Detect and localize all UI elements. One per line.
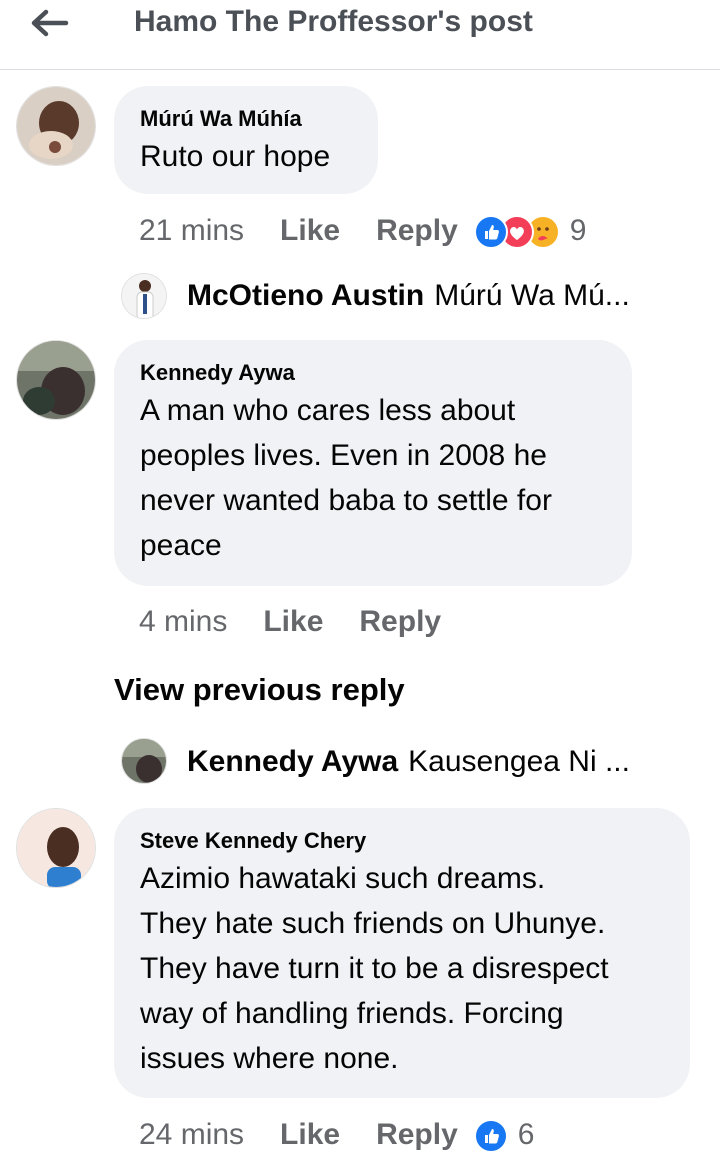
arrow-left-icon: [31, 9, 69, 37]
comment-text-line: never wanted baba to settle for: [140, 484, 552, 517]
comment-actions: 4 mins Like Reply: [139, 602, 441, 642]
reply-author[interactable]: McOtieno Austin: [187, 279, 424, 312]
like-button[interactable]: Like: [280, 214, 340, 247]
reply-snippet[interactable]: Múrú Wa Mú...: [434, 279, 630, 312]
comment-text: Ruto our hope: [140, 140, 331, 173]
reply-button[interactable]: Reply: [376, 1118, 458, 1151]
avatar[interactable]: [16, 340, 96, 420]
comment-text-line: issues where none.: [140, 1042, 399, 1075]
like-button[interactable]: Like: [263, 605, 323, 638]
comment-actions: 24 mins Like Reply 6: [139, 1115, 534, 1155]
reaction-count[interactable]: 9: [570, 214, 587, 247]
page-title: Hamo The Proffessor's post: [134, 5, 533, 38]
reaction-summary[interactable]: [473, 215, 560, 250]
comment-text-line: way of handling friends. Forcing: [140, 997, 564, 1030]
reaction-summary[interactable]: [473, 1119, 508, 1154]
reply-snippet[interactable]: Kausengea Ni ...: [408, 745, 630, 778]
avatar[interactable]: [16, 86, 96, 166]
comment-text-line: peoples lives. Even in 2008 he: [140, 439, 547, 472]
comment-text-line: Azimio hawataki such dreams.: [140, 862, 546, 895]
comment-bubble[interactable]: Múrú Wa Múhía Ruto our hope: [114, 86, 378, 194]
comment-time[interactable]: 21 mins: [139, 214, 244, 247]
avatar[interactable]: [121, 273, 167, 319]
comment-text-line: peace: [140, 529, 222, 562]
reply-button[interactable]: Reply: [376, 214, 458, 247]
comment-author[interactable]: Steve Kennedy Chery: [140, 826, 664, 856]
avatar[interactable]: [16, 808, 96, 888]
comment-bubble[interactable]: Steve Kennedy Chery Azimio hawataki such…: [114, 808, 690, 1098]
view-previous-reply-link[interactable]: View previous reply: [114, 670, 405, 710]
comment-time[interactable]: 24 mins: [139, 1118, 244, 1151]
comment-author[interactable]: Kennedy Aywa: [140, 358, 606, 388]
comment-bubble[interactable]: Kennedy Aywa A man who cares less about …: [114, 340, 632, 586]
back-button[interactable]: [28, 6, 72, 42]
reply-author[interactable]: Kennedy Aywa: [187, 745, 398, 778]
reply-preview[interactable]: McOtieno Austin Múrú Wa Mú...: [187, 276, 630, 316]
comment-actions: 21 mins Like Reply 9: [139, 211, 586, 251]
reaction-count[interactable]: 6: [518, 1118, 535, 1151]
comment-text-line: They hate such friends on Uhunye.: [140, 907, 606, 940]
like-button[interactable]: Like: [280, 1118, 340, 1151]
like-reaction-icon: [473, 215, 508, 250]
avatar[interactable]: [121, 738, 167, 784]
comment-time[interactable]: 4 mins: [139, 605, 227, 638]
post-header: Hamo The Proffessor's post: [0, 0, 720, 70]
comment-text-line: A man who cares less about: [140, 394, 516, 427]
comment-text-line: They have turn it to be a disrespect: [140, 952, 609, 985]
like-reaction-icon: [473, 1119, 508, 1154]
comment-author[interactable]: Múrú Wa Múhía: [140, 104, 352, 134]
reply-preview[interactable]: Kennedy Aywa Kausengea Ni ...: [187, 742, 630, 782]
reply-button[interactable]: Reply: [359, 605, 441, 638]
